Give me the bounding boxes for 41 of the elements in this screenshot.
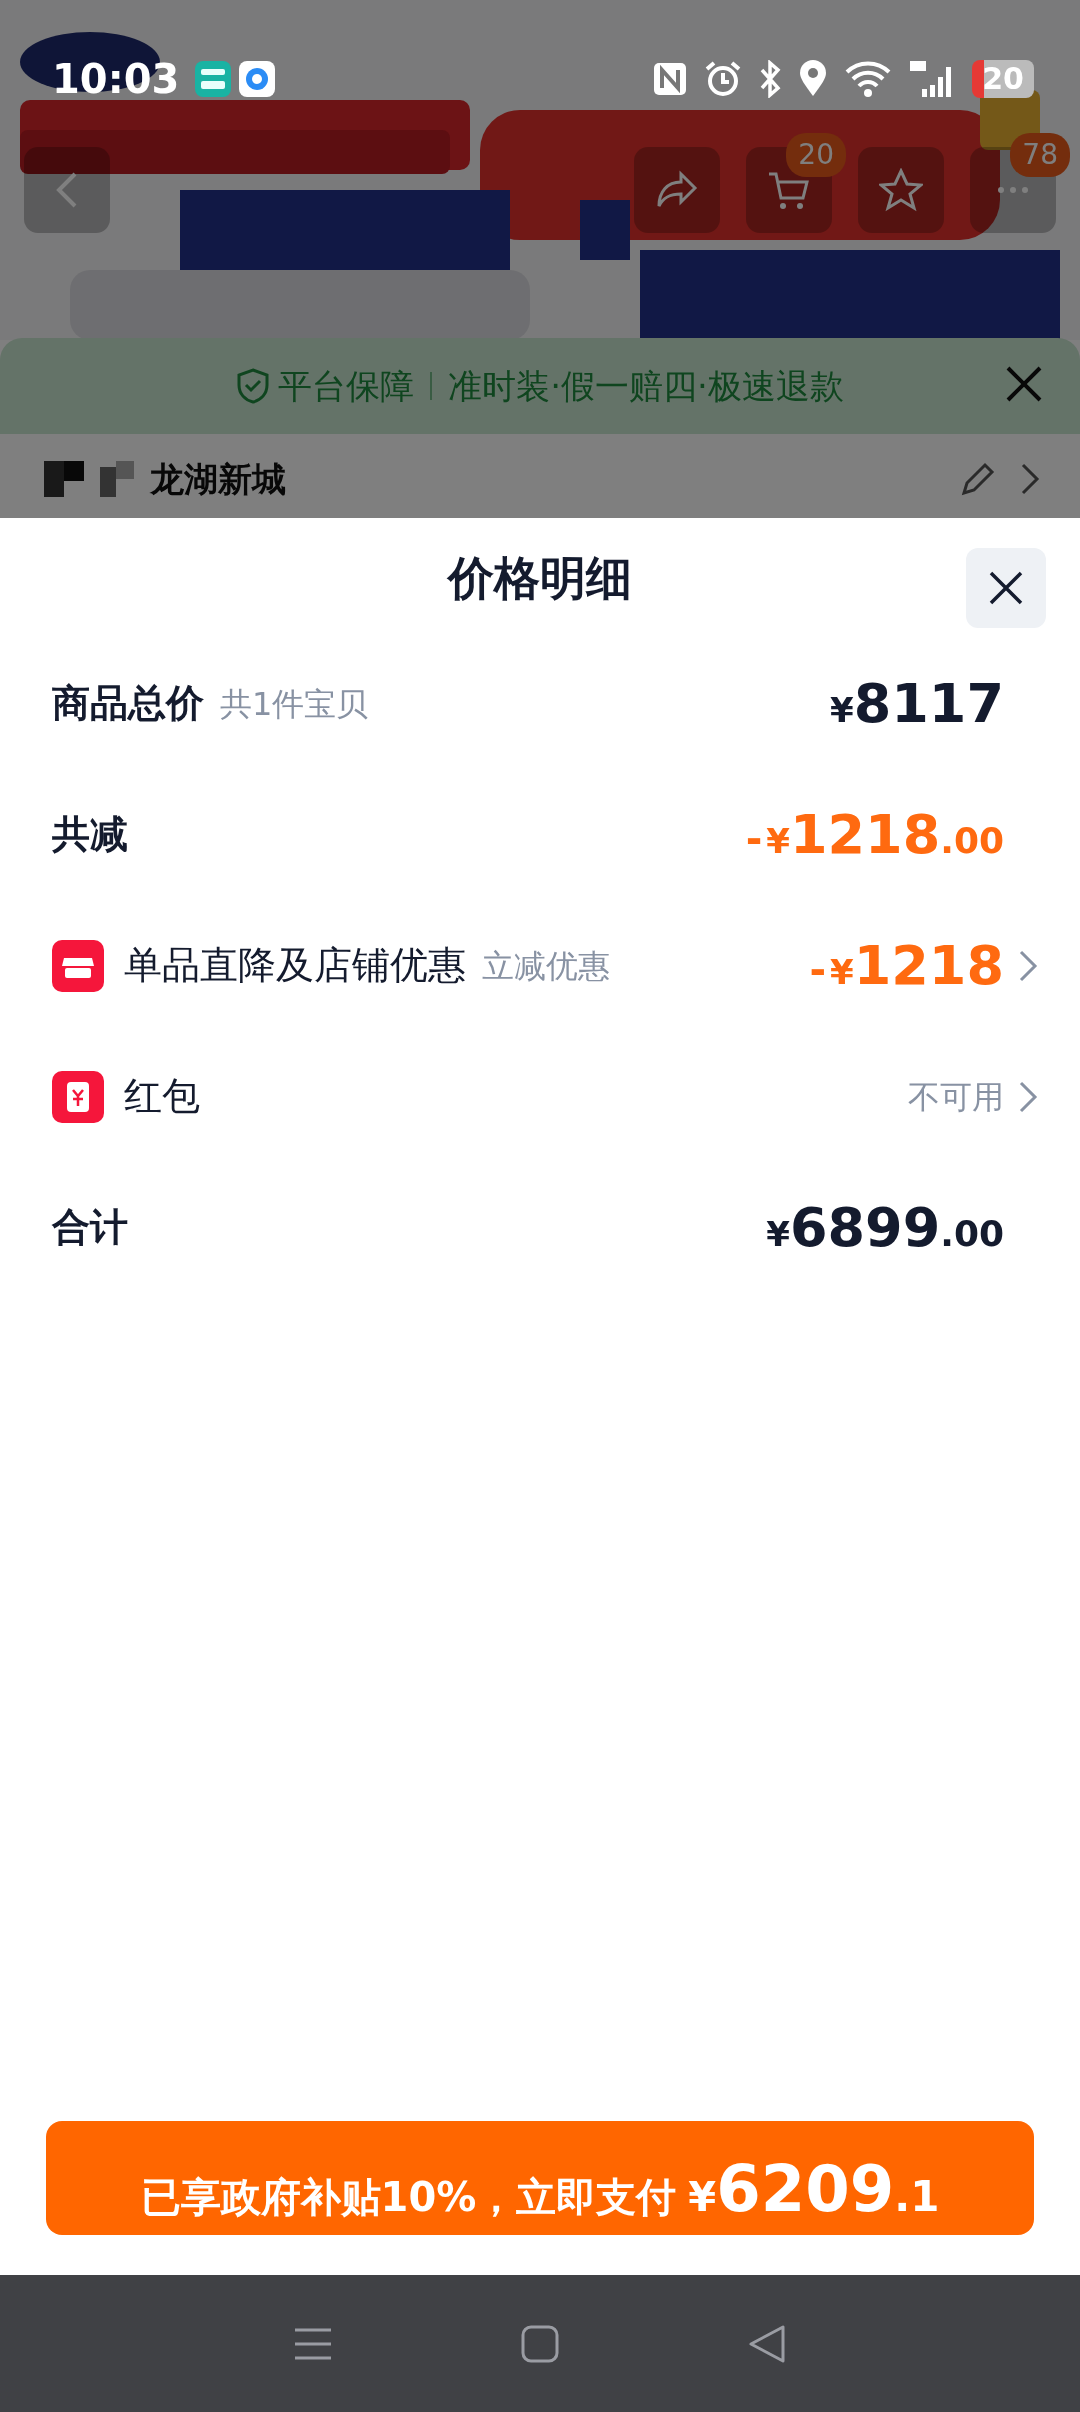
envelope-icon: [52, 1070, 104, 1123]
address-text: 龙湖新城: [150, 457, 286, 501]
edit-button[interactable]: [960, 461, 996, 497]
close-icon: [988, 570, 1024, 606]
row-label: 合计: [52, 1204, 128, 1251]
guarantee-title: 平台保障: [278, 364, 415, 408]
app-icon: [239, 61, 276, 97]
nfc-icon: [652, 61, 689, 97]
location-icon: [798, 60, 829, 98]
alarm-icon: [704, 60, 743, 98]
row-note: 共1件宝贝: [220, 683, 369, 725]
chevron-icon: [1018, 1079, 1040, 1114]
price-amount: ¥6899.00: [766, 1195, 1004, 1261]
bluetooth-icon: [758, 60, 783, 98]
pencil-icon: [960, 461, 996, 497]
price-row[interactable]: 红包 不可用: [0, 1031, 1080, 1162]
row-note: 立减优惠: [482, 945, 610, 987]
sheet-title: 价格明细: [448, 549, 632, 607]
wifi-icon: [844, 60, 893, 98]
row-label: 商品总价: [52, 680, 204, 727]
price-row[interactable]: 单品直降及店铺优惠 立减优惠 -¥1218: [0, 900, 1080, 1031]
home-icon[interactable]: [520, 2323, 560, 2364]
price-amount: -¥1218.00: [745, 802, 1004, 868]
close-icon: [1004, 364, 1044, 404]
chevron-icon: [1020, 462, 1040, 496]
status-time: 10:03: [52, 55, 180, 104]
price-amount: ¥8117: [830, 671, 1004, 737]
more-icon: [997, 186, 1029, 194]
row-label: 红包: [124, 1073, 200, 1120]
star-icon: [879, 168, 923, 212]
battery-indicator: 20: [972, 60, 1034, 98]
row-label: 单品直降及店铺优惠: [124, 942, 466, 989]
close-button[interactable]: [966, 548, 1046, 628]
app-icon: [195, 61, 232, 97]
row-status: 不可用: [908, 1076, 1004, 1118]
price-amount: -¥1218: [809, 933, 1004, 999]
shield-icon: [236, 368, 271, 404]
store-icon: [52, 939, 104, 992]
row-label: 共减: [52, 811, 128, 858]
chevron-icon: [1018, 948, 1040, 983]
guarantee-text: 准时装·假一赔四·极速退款: [448, 364, 844, 408]
